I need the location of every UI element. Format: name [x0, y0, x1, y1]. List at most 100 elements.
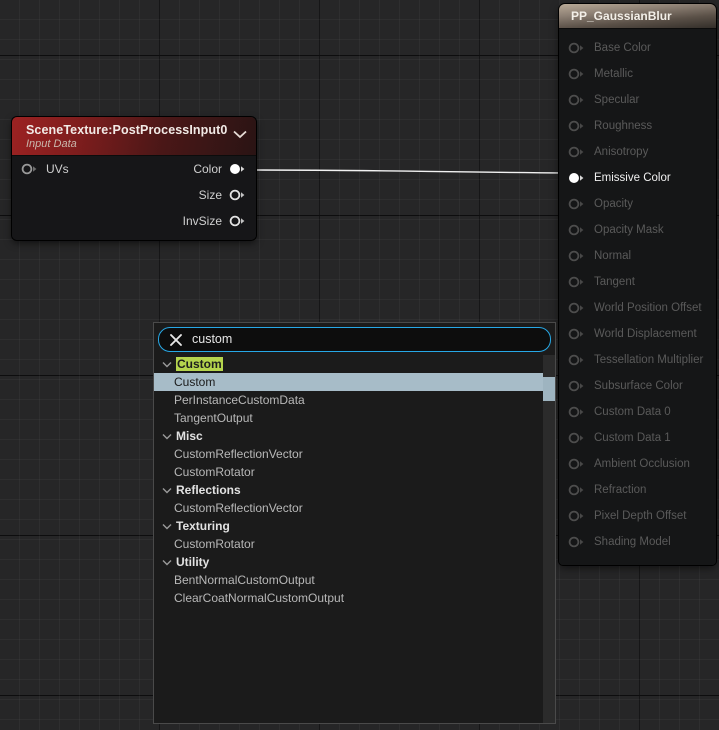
pin-hollow-icon[interactable] [568, 94, 586, 106]
pin-hollow-icon[interactable] [568, 510, 586, 522]
material-pin-label: Tangent [594, 276, 635, 288]
palette-category-row[interactable]: Reflections [154, 481, 555, 499]
node-scene-texture-header[interactable]: SceneTexture:PostProcessInput0 Input Dat… [12, 117, 256, 156]
material-pin-label: Shading Model [594, 536, 671, 548]
palette-item-row[interactable]: CustomRotator [154, 463, 555, 481]
pin-hollow-icon[interactable] [568, 354, 586, 366]
pin-hollow-icon[interactable] [568, 120, 586, 132]
chevron-down-icon[interactable] [162, 487, 172, 494]
material-pin-row[interactable]: Tessellation Multiplier [559, 347, 716, 373]
pin-hollow-icon[interactable] [568, 328, 586, 340]
material-pin-row[interactable]: Metallic [559, 61, 716, 87]
chevron-down-icon[interactable] [162, 559, 172, 566]
pin-label-invsize: InvSize [182, 214, 222, 228]
material-pin-label: Normal [594, 250, 632, 262]
pin-hollow-icon[interactable] [568, 432, 586, 444]
material-pin-label: Custom Data 0 [594, 406, 671, 418]
material-pin-label: Metallic [594, 68, 633, 80]
chevron-down-icon[interactable] [233, 130, 247, 139]
pin-filled-icon[interactable] [568, 172, 586, 184]
node-scene-texture-title: SceneTexture:PostProcessInput0 [26, 123, 228, 137]
palette-results-list[interactable]: Custom Custom PerInstanceCustomData Tangent… [154, 355, 555, 723]
material-pin-label: Base Color [594, 42, 651, 54]
pin-label-size: Size [198, 188, 222, 202]
material-input-list: Base Color Metallic Specular Roughness Aniso… [559, 29, 716, 565]
material-pin-label: Specular [594, 94, 640, 106]
palette-item-row[interactable]: Custom [154, 373, 555, 391]
chevron-down-icon[interactable] [162, 523, 172, 530]
pin-row-size[interactable]: Size [199, 186, 247, 204]
material-pin-label: World Displacement [594, 328, 697, 340]
palette-category-row[interactable]: Utility [154, 553, 555, 571]
material-pin-row[interactable]: Opacity Mask [559, 217, 716, 243]
material-pin-row[interactable]: Normal [559, 243, 716, 269]
pin-hollow-icon[interactable] [21, 163, 39, 175]
material-pin-row[interactable]: World Position Offset [559, 295, 716, 321]
node-scene-texture[interactable]: SceneTexture:PostProcessInput0 Input Dat… [12, 117, 256, 240]
palette-item-row[interactable]: BentNormalCustomOutput [154, 571, 555, 589]
pin-hollow-icon[interactable] [568, 198, 586, 210]
material-pin-row[interactable]: Opacity [559, 191, 716, 217]
node-scene-texture-subtitle: Input Data [26, 138, 77, 150]
pin-hollow-icon[interactable] [229, 189, 247, 201]
pin-row-uvs[interactable]: UVs [21, 160, 69, 178]
pin-filled-icon[interactable] [229, 163, 247, 175]
search-input[interactable]: custom [158, 327, 551, 352]
pin-label-uvs: UVs [46, 162, 69, 176]
material-pin-label: Custom Data 1 [594, 432, 671, 444]
pin-hollow-icon[interactable] [568, 224, 586, 236]
pin-hollow-icon[interactable] [568, 276, 586, 288]
material-pin-label: Opacity [594, 198, 633, 210]
palette-item-row[interactable]: TangentOutput [154, 409, 555, 427]
clear-x-icon[interactable] [169, 333, 183, 347]
palette-category-row[interactable]: Custom [154, 355, 555, 373]
palette-item-row[interactable]: PerInstanceCustomData [154, 391, 555, 409]
palette-scrollbar-thumb[interactable] [543, 377, 555, 401]
material-pin-row[interactable]: Base Color [559, 35, 716, 61]
pin-row-invsize[interactable]: InvSize [183, 212, 247, 230]
palette-item-row[interactable]: CustomReflectionVector [154, 445, 555, 463]
palette-category-label: Utility [176, 555, 210, 569]
material-pin-row[interactable]: Custom Data 1 [559, 425, 716, 451]
pin-hollow-icon[interactable] [568, 68, 586, 80]
material-pin-row[interactable]: Roughness [559, 113, 716, 139]
material-pin-row[interactable]: Custom Data 0 [559, 399, 716, 425]
pin-hollow-icon[interactable] [568, 380, 586, 392]
palette-category-label: Texturing [176, 519, 230, 533]
material-pin-row[interactable]: Pixel Depth Offset [559, 503, 716, 529]
pin-hollow-icon[interactable] [568, 250, 586, 262]
material-pin-row[interactable]: Specular [559, 87, 716, 113]
palette-item-row[interactable]: CustomRotator [154, 535, 555, 553]
pin-hollow-icon[interactable] [568, 302, 586, 314]
pin-hollow-icon[interactable] [568, 458, 586, 470]
palette-scrollbar[interactable] [543, 355, 555, 723]
node-material-output[interactable]: PP_GaussianBlur Base Color Metallic Specul… [559, 4, 716, 565]
material-pin-row[interactable]: Tangent [559, 269, 716, 295]
palette-category-row[interactable]: Misc [154, 427, 555, 445]
palette-category-label: Misc [176, 429, 203, 443]
node-palette-popup[interactable]: custom Custom Custom PerInstanceCustomData… [153, 322, 556, 724]
search-input-value: custom [192, 332, 233, 347]
pin-hollow-icon[interactable] [568, 484, 586, 496]
pin-hollow-icon[interactable] [568, 146, 586, 158]
palette-category-row[interactable]: Texturing [154, 517, 555, 535]
material-pin-row[interactable]: Refraction [559, 477, 716, 503]
pin-hollow-icon[interactable] [229, 215, 247, 227]
material-pin-row[interactable]: Anisotropy [559, 139, 716, 165]
palette-item-row[interactable]: CustomReflectionVector [154, 499, 555, 517]
material-pin-row[interactable]: Shading Model [559, 529, 716, 555]
material-pin-row[interactable]: Ambient Occlusion [559, 451, 716, 477]
pin-hollow-icon[interactable] [568, 42, 586, 54]
material-pin-row[interactable]: World Displacement [559, 321, 716, 347]
palette-item-row[interactable]: ClearCoatNormalCustomOutput [154, 589, 555, 607]
node-material-output-header[interactable]: PP_GaussianBlur [559, 4, 716, 29]
pin-hollow-icon[interactable] [568, 406, 586, 418]
chevron-down-icon[interactable] [162, 361, 172, 368]
material-pin-row[interactable]: Emissive Color [559, 165, 716, 191]
material-pin-label: Anisotropy [594, 146, 649, 158]
pin-row-color[interactable]: Color [193, 160, 247, 178]
material-pin-row[interactable]: Subsurface Color [559, 373, 716, 399]
chevron-down-icon[interactable] [162, 433, 172, 440]
pin-hollow-icon[interactable] [568, 536, 586, 548]
pin-label-color: Color [193, 162, 222, 176]
